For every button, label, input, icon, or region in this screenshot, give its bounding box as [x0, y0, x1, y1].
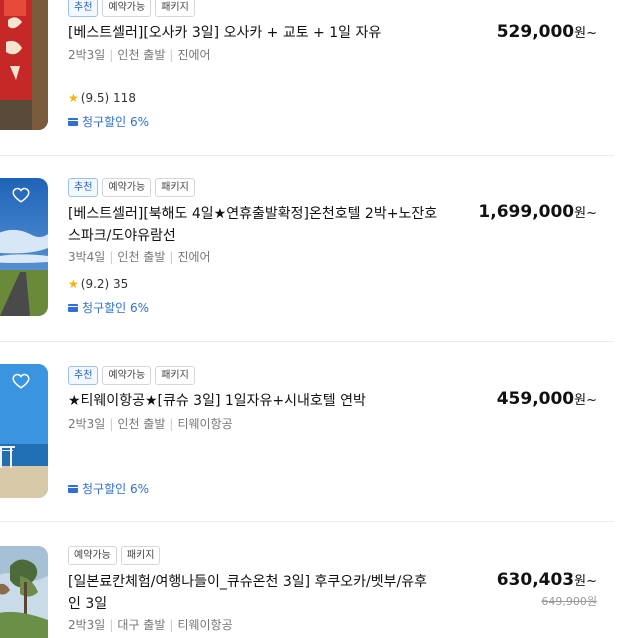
- product-meta: 3박4일 | 인천 출발 | 진에어: [68, 250, 211, 264]
- badge-list: 추천 예약가능 패키지: [68, 178, 195, 197]
- trip-duration: 2박3일: [68, 618, 106, 632]
- departure-city: 인천 출발: [117, 417, 166, 431]
- original-price: 649,900원: [541, 595, 597, 608]
- departure-city: 인천 출발: [117, 250, 166, 264]
- credit-card-icon: [68, 303, 78, 312]
- product-thumbnail[interactable]: [0, 364, 48, 498]
- airline-name: 진에어: [177, 48, 211, 62]
- product-thumbnail[interactable]: [0, 546, 48, 638]
- trip-duration: 2박3일: [68, 48, 106, 62]
- product-card[interactable]: 추천 예약가능 패키지 [베스트셀러][오사카 3일] 오사카 + 교토 + 1…: [0, 0, 619, 155]
- product-meta: 2박3일 | 인천 출발 | 진에어: [68, 48, 211, 62]
- bookable-badge: 예약가능: [102, 366, 152, 385]
- package-badge: 패키지: [155, 0, 195, 17]
- trip-duration: 3박4일: [68, 250, 106, 264]
- credit-card-icon: [68, 484, 78, 493]
- package-badge: 패키지: [155, 366, 195, 385]
- product-price: 630,403원~: [497, 570, 597, 590]
- recommended-badge: 추천: [68, 178, 99, 197]
- product-title[interactable]: [베스트셀러][북해도 4일★연휴출발확정]온천호텔 2박+노잔호스파크/도야유…: [68, 203, 438, 247]
- star-icon: ★: [68, 91, 79, 105]
- price-value: 1,699,000: [478, 202, 575, 222]
- bookable-badge: 예약가능: [102, 178, 152, 197]
- badge-list: 예약가능 패키지: [68, 546, 161, 565]
- discount-label: 청구할인 6%: [82, 115, 150, 129]
- airline-name: 티웨이항공: [177, 417, 233, 431]
- rating-row: ★ (9.2) 35: [68, 277, 128, 291]
- departure-city: 대구 출발: [117, 618, 166, 632]
- card-discount: 청구할인 6%: [68, 113, 149, 130]
- product-card[interactable]: 추천 예약가능 패키지 [베스트셀러][북해도 4일★연휴출발확정]온천호텔 2…: [0, 156, 619, 341]
- bookable-badge: 예약가능: [68, 546, 117, 565]
- product-card[interactable]: 예약가능 패키지 [일본료칸체험/여행나들이_큐슈온천 3일] 후쿠오카/벳부/…: [0, 522, 619, 638]
- price-unit: 원~: [574, 393, 597, 408]
- price-value: 630,403: [496, 570, 575, 590]
- discount-label: 청구할인 6%: [82, 482, 150, 496]
- bookable-badge: 예약가능: [102, 0, 152, 17]
- price-value: 459,000: [496, 389, 575, 409]
- product-title[interactable]: ★티웨이항공★[큐슈 3일] 1일자유+시내호텔 연박: [68, 390, 448, 412]
- rating-score: (9.5): [80, 91, 110, 105]
- product-card[interactable]: 추천 예약가능 패키지 ★티웨이항공★[큐슈 3일] 1일자유+시내호텔 연박 …: [0, 342, 619, 522]
- onsen-garden-image: [0, 546, 48, 638]
- review-count: 118: [113, 91, 136, 105]
- rating-row: ★ (9.5) 118: [68, 91, 136, 105]
- price-unit: 원~: [574, 206, 597, 221]
- price-unit: 원~: [574, 26, 597, 41]
- price-unit: 원~: [574, 574, 597, 589]
- product-meta: 2박3일 | 대구 출발 | 티웨이항공: [68, 618, 233, 632]
- product-meta: 2박3일 | 인천 출발 | 티웨이항공: [68, 417, 233, 431]
- price-value: 529,000: [496, 22, 575, 42]
- recommended-badge: 추천: [68, 0, 99, 17]
- product-title[interactable]: [일본료칸체험/여행나들이_큐슈온천 3일] 후쿠오카/벳부/유후인 3일: [68, 571, 438, 615]
- osaka-sign-image: [0, 0, 48, 130]
- credit-card-icon: [68, 117, 78, 126]
- review-count: 35: [113, 277, 129, 291]
- discount-label: 청구할인 6%: [82, 301, 150, 315]
- product-price: 459,000원~: [497, 389, 597, 409]
- departure-city: 인천 출발: [117, 48, 166, 62]
- rating-score: (9.2): [80, 277, 110, 291]
- card-discount: 청구할인 6%: [68, 299, 149, 316]
- airline-name: 티웨이항공: [177, 618, 233, 632]
- card-discount: 청구할인 6%: [68, 480, 149, 497]
- product-thumbnail[interactable]: [0, 0, 48, 130]
- product-price: 1,699,000원~: [478, 202, 597, 222]
- package-badge: 패키지: [120, 546, 161, 565]
- product-title[interactable]: [베스트셀러][오사카 3일] 오사카 + 교토 + 1일 자유: [68, 22, 448, 44]
- heart-outline-icon[interactable]: [12, 372, 30, 390]
- badge-list: 추천 예약가능 패키지: [68, 0, 195, 17]
- product-price: 529,000원~: [497, 22, 597, 42]
- heart-outline-icon[interactable]: [12, 186, 30, 204]
- badge-list: 추천 예약가능 패키지: [68, 366, 195, 385]
- trip-duration: 2박3일: [68, 417, 106, 431]
- recommended-badge: 추천: [68, 366, 99, 385]
- package-badge: 패키지: [155, 178, 195, 197]
- product-thumbnail[interactable]: [0, 178, 48, 316]
- airline-name: 진에어: [177, 250, 211, 264]
- star-icon: ★: [68, 277, 79, 291]
